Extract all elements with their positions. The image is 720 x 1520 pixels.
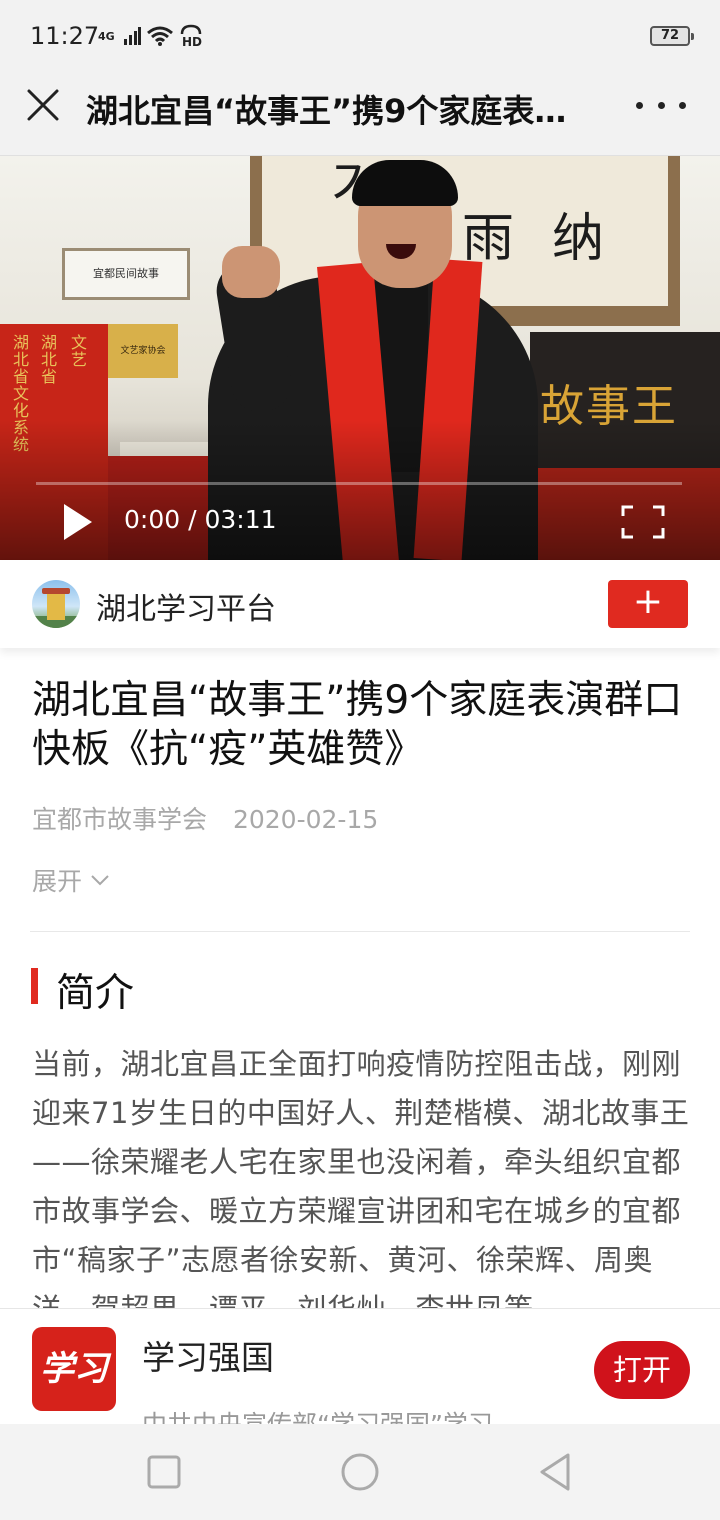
app-subtitle: 中共中央宣传部“学习强国”学习 (142, 1410, 493, 1426)
home-button[interactable] (338, 1450, 382, 1494)
video-time-display: 0:00 / 03:11 (124, 505, 277, 534)
square-icon (147, 1455, 181, 1489)
status-icons: 4G HD (98, 24, 203, 48)
app-logo-icon: 学习 (32, 1327, 116, 1411)
play-icon (64, 504, 92, 540)
section-accent-bar (31, 968, 38, 1004)
video-player[interactable]: ㇇ 纳 雨 宜都民间故事 文艺家协会 湖北省文化系统 湖北省 文艺 故事王 (0, 156, 720, 560)
video-plaque: 宜都民间故事 (62, 248, 190, 300)
article-date: 2020-02-15 (232, 805, 379, 834)
more-dot-icon (657, 101, 665, 109)
intro-text: 当前，湖北宜昌正全面打响疫情防控阻击战，刚刚迎来71岁生日的中国好人、荆楚楷模、… (32, 1047, 690, 1310)
close-icon (27, 89, 59, 121)
back-button[interactable] (534, 1450, 578, 1494)
recent-apps-button[interactable] (142, 1450, 186, 1494)
more-dot-icon (679, 101, 686, 109)
page-title: 湖北宜昌“故事王”携9个家庭表演群口快板《抗“疫”英雄赞》 (86, 92, 586, 130)
article-author[interactable]: 宜都市故事学会 (32, 805, 207, 834)
follow-button[interactable]: + (608, 580, 688, 628)
fullscreen-button[interactable] (620, 504, 666, 540)
article-meta: 宜都市故事学会 2020-02-15 (32, 800, 378, 836)
page: 11:27 4G HD 72 湖北宜昌“故事王”携9个家庭表演 ㇇ 纳 雨 宜都… (0, 0, 720, 1520)
intro-heading: 简介 (56, 971, 135, 1016)
more-options-button[interactable] (636, 92, 686, 118)
more-dot-icon (636, 101, 643, 109)
channel-avatar[interactable] (32, 580, 80, 628)
triangle-back-icon (540, 1453, 570, 1491)
article-title: 湖北宜昌“故事王”携9个家庭表演群口快板《抗“疫”英雄赞》 (32, 678, 683, 772)
hd-voice-icon: HD (180, 24, 202, 48)
status-bar: 11:27 4G HD 72 (0, 0, 720, 72)
channel-name[interactable]: 湖北学习平台 (96, 584, 276, 628)
play-button[interactable] (58, 500, 98, 544)
network-type-label: 4G (98, 29, 115, 43)
expand-label: 展开 (32, 867, 83, 896)
battery-indicator: 72 (650, 26, 694, 46)
status-time: 11:27 (30, 22, 100, 50)
circle-icon (341, 1453, 379, 1491)
expand-button[interactable]: 展开 (32, 862, 110, 898)
app-name: 学习强国 (142, 1338, 274, 1377)
fullscreen-icon (621, 505, 665, 539)
system-navigation-bar (0, 1424, 720, 1520)
chevron-down-icon (91, 875, 109, 886)
divider (30, 931, 690, 932)
close-button[interactable] (22, 84, 64, 126)
open-app-button[interactable]: 打开 (594, 1341, 690, 1399)
wifi-icon (146, 26, 173, 46)
hd-label: HD (182, 35, 202, 48)
video-progress-bar[interactable] (36, 482, 682, 485)
channel-row: 湖北学习平台 + (0, 560, 720, 648)
signal-icon (123, 27, 141, 45)
title-bar: 湖北宜昌“故事王”携9个家庭表演群口快板《抗“疫”英雄赞》 (0, 72, 720, 156)
app-promo-banner[interactable]: 学习 学习强国 中共中央宣传部“学习强国”学习 打开 (0, 1308, 720, 1426)
